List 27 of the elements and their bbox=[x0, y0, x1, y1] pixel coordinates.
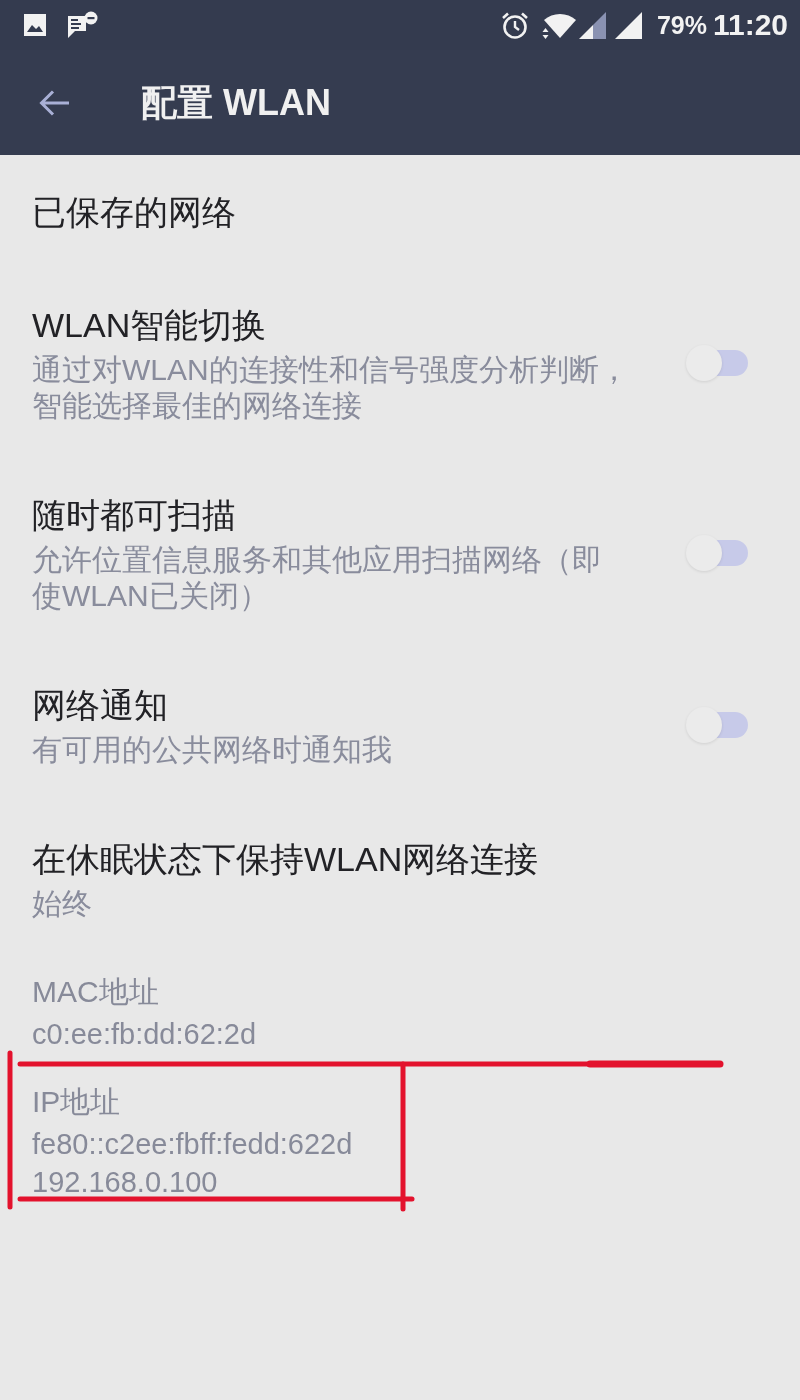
setting-description: 允许位置信息服务和其他应用扫描网络（即使WLAN已关闭） bbox=[32, 542, 603, 614]
address-value: fe80::c2ee:fbff:fedd:622d bbox=[32, 1127, 353, 1162]
signal-icon bbox=[578, 11, 606, 39]
address-label: MAC地址 bbox=[32, 974, 159, 1010]
address-value: 192.168.0.100 bbox=[32, 1165, 218, 1200]
toggle-switch[interactable] bbox=[686, 535, 748, 571]
setting-value: 始终 bbox=[32, 886, 92, 922]
clock-time: 11:20 bbox=[712, 8, 788, 42]
setting-description: 通过对WLAN的连接性和信号强度分析判断，智能选择最佳的网络连接 bbox=[32, 352, 630, 424]
setting-title: 网络通知 bbox=[32, 685, 168, 726]
setting-title: 随时都可扫描 bbox=[32, 495, 236, 536]
setting-description: 有可用的公共网络时通知我 bbox=[32, 732, 392, 768]
alarm-clock-icon bbox=[500, 10, 529, 40]
battery-percentage: 79% bbox=[656, 10, 707, 40]
toggle-switch[interactable] bbox=[686, 707, 748, 743]
address-label: IP地址 bbox=[32, 1084, 121, 1120]
toggle-switch[interactable] bbox=[686, 345, 748, 381]
section-header: 已保存的网络 bbox=[31, 192, 237, 233]
address-value: c0:ee:fb:dd:62:2d bbox=[32, 1017, 257, 1052]
setting-title: WLAN智能切换 bbox=[32, 305, 267, 346]
setting-title: 在休眠状态下保持WLAN网络连接 bbox=[32, 839, 539, 880]
message-icon bbox=[67, 11, 98, 39]
back-arrow-icon bbox=[38, 88, 70, 117]
screen-title: 配置 WLAN bbox=[141, 80, 331, 125]
signal-icon bbox=[614, 11, 642, 39]
wifi-icon bbox=[540, 11, 576, 39]
image-icon bbox=[22, 12, 48, 38]
